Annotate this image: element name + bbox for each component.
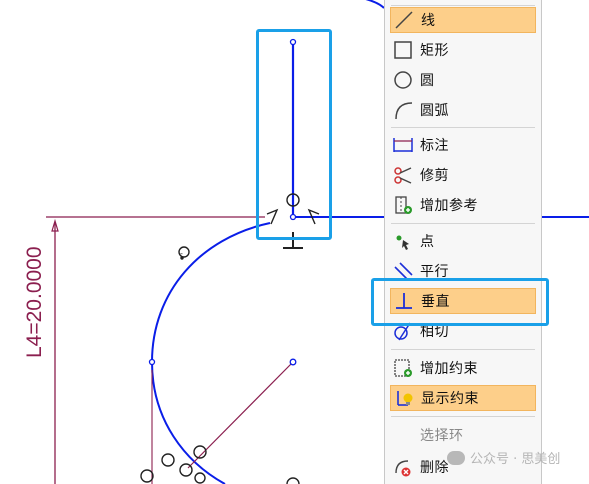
menu-item-line[interactable]: 线 (390, 7, 536, 33)
trim-icon (391, 163, 415, 187)
menu-separator (391, 416, 535, 417)
delete-icon (391, 455, 415, 479)
center-point[interactable] (289, 358, 297, 366)
watermark: 公众号 · 思美创 (447, 448, 560, 467)
callout-vertical-line (256, 29, 332, 240)
menu-item-spacer (391, 423, 415, 447)
menu-separator (391, 223, 535, 224)
dimension-icon (391, 133, 415, 157)
menu-item-arc[interactable]: 圆弧 (390, 97, 536, 123)
radius-line (187, 361, 294, 469)
menu-item-dimension[interactable]: 标注 (390, 132, 536, 158)
circle-icon (391, 68, 415, 92)
menu-separator (391, 127, 535, 128)
menu-item-select-loop[interactable]: 选择环 (390, 422, 536, 448)
add-reference-icon (391, 193, 415, 217)
dimension-value-label[interactable]: L4=20.0000 (23, 246, 47, 358)
callout-perpendicular (371, 278, 549, 326)
partial-arc-top (365, 0, 385, 9)
arc-point[interactable] (148, 358, 156, 366)
menu-item-add-reference[interactable]: 增加参考 (390, 192, 536, 218)
add-constraint-icon (391, 356, 415, 380)
menu-separator (391, 349, 535, 350)
menu-item-trim[interactable]: 修剪 (390, 162, 536, 188)
context-menu: 线 矩形 圆 圆弧 标注 修剪 增加参考 点 平行 垂直 相切 增加约束 显示约… (384, 0, 542, 484)
rectangle-icon (391, 38, 415, 62)
arc-icon (391, 98, 415, 122)
point-icon (391, 229, 415, 253)
line-icon (392, 8, 416, 32)
show-constraints-icon (392, 386, 416, 410)
wechat-logo-icon (447, 450, 465, 465)
menu-item-point[interactable]: 点 (390, 228, 536, 254)
watermark-text: 公众号 · 思美创 (470, 452, 561, 467)
menu-item-add-constraint[interactable]: 增加约束 (390, 355, 536, 381)
menu-item-circle[interactable]: 圆 (390, 67, 536, 93)
menu-item-rectangle[interactable]: 矩形 (390, 37, 536, 63)
menu-item-show-constraints[interactable]: 显示约束 (390, 385, 536, 411)
menu-separator (391, 5, 535, 6)
